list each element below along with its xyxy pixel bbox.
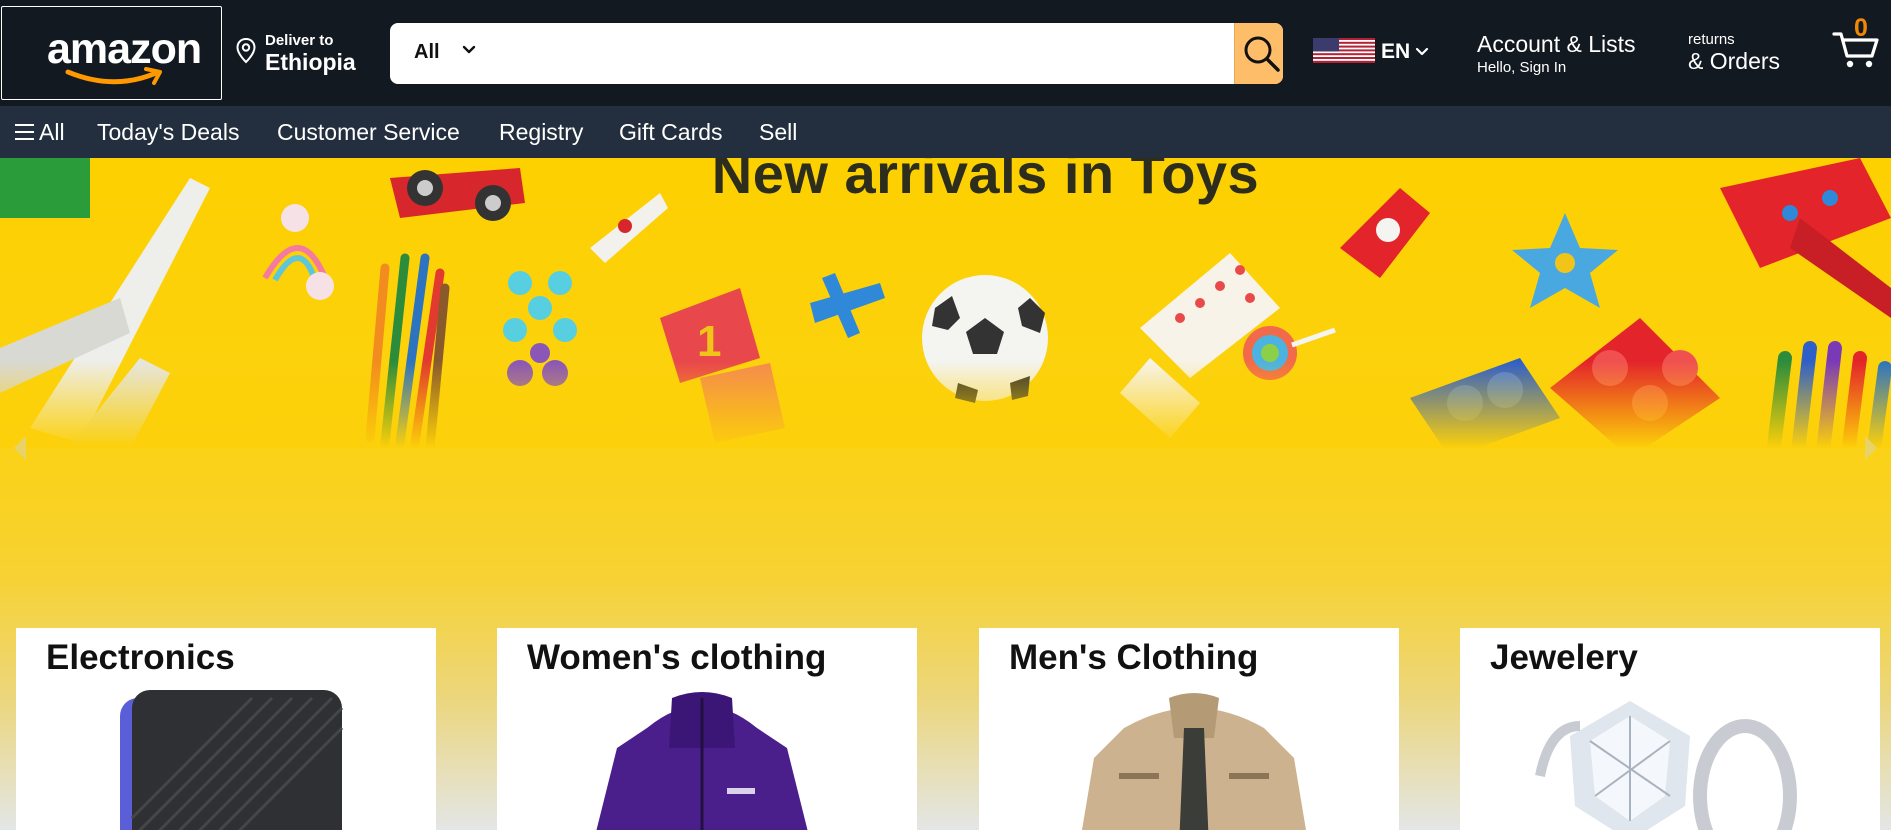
cart-icon <box>1832 32 1879 68</box>
chevron-down-icon <box>1415 47 1429 56</box>
category-card-mens-clothing[interactable]: Men's Clothing <box>979 628 1399 830</box>
category-card-jewelery[interactable]: Jewelery <box>1460 628 1880 830</box>
purple-jacket-image <box>596 692 808 830</box>
nav-item-todays-deals[interactable]: Today's Deals <box>97 119 239 146</box>
deliver-location: Ethiopia <box>265 49 356 75</box>
nav-item-customer-service[interactable]: Customer Service <box>277 119 460 146</box>
account-and-lists[interactable]: Account & Lists Hello, Sign In <box>1477 31 1636 76</box>
nav-item-registry[interactable]: Registry <box>499 119 583 146</box>
search-bar: All <box>390 23 1283 84</box>
account-greeting: Hello, Sign In <box>1477 59 1567 76</box>
external-hard-drive-image <box>120 690 344 830</box>
search-category-dropdown[interactable]: All <box>390 23 490 84</box>
category-title: Jewelery <box>1490 638 1638 677</box>
category-title: Electronics <box>46 638 235 677</box>
khaki-jacket-image <box>1082 693 1306 830</box>
us-flag-icon <box>1313 38 1375 63</box>
deliver-to-label: Deliver to <box>265 32 334 49</box>
cart-button[interactable]: 0 <box>1832 14 1884 76</box>
returns-and-orders[interactable]: returns & Orders <box>1688 31 1780 75</box>
language-code: EN <box>1381 40 1411 63</box>
category-title: Women's clothing <box>527 638 827 677</box>
orders-label: & Orders <box>1688 48 1781 74</box>
amazon-logo[interactable]: amazon <box>1 6 222 100</box>
returns-label: returns <box>1688 31 1735 48</box>
category-card-womens-clothing[interactable]: Women's clothing <box>497 628 917 830</box>
secondary-navigation: All Today's Deals Customer Service Regis… <box>0 106 1891 158</box>
diamond-ring-image <box>1535 701 1797 830</box>
nav-item-gift-cards[interactable]: Gift Cards <box>619 119 723 146</box>
search-button[interactable] <box>1234 23 1283 84</box>
search-input[interactable] <box>490 23 1215 84</box>
top-navigation-bar: amazon Deliver to Ethiopia All EN Accoun… <box>0 0 1891 106</box>
account-title: Account & Lists <box>1477 31 1636 57</box>
nav-item-sell[interactable]: Sell <box>759 119 797 146</box>
search-icon <box>1244 36 1280 72</box>
logo-smile-icon <box>65 67 162 85</box>
carousel-prev-arrow-icon[interactable] <box>10 428 30 468</box>
carousel-next-arrow-icon[interactable] <box>1861 428 1881 468</box>
chevron-down-icon <box>462 45 476 54</box>
hero-title: New arrivals in Toys <box>711 158 1260 205</box>
nav-item-all[interactable]: All <box>39 119 65 146</box>
hamburger-menu-icon[interactable] <box>14 122 36 142</box>
category-title: Men's Clothing <box>1009 638 1259 677</box>
category-card-electronics[interactable]: Electronics <box>16 628 436 830</box>
search-category-label: All <box>414 41 440 63</box>
location-pin-icon <box>236 38 256 64</box>
